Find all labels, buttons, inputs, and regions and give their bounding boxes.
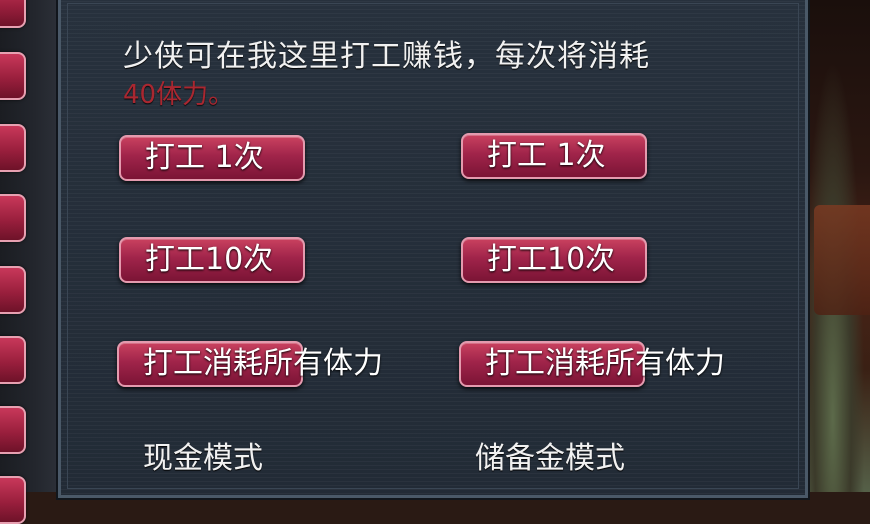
side-tab-3[interactable] [0, 124, 26, 172]
reserve-fund-mode-option[interactable]: 储备金模式 [475, 433, 625, 477]
background-furniture [814, 205, 870, 315]
side-tab-2[interactable] [0, 52, 26, 100]
work-info-message: 少侠可在我这里打工赚钱，每次将消耗 [123, 39, 650, 74]
work-all-stamina-label-right: 打工消耗所有体力 [485, 346, 725, 381]
stamina-cost-text: 40体力。 [123, 80, 235, 110]
cash-mode-option[interactable]: 现金模式 [143, 433, 263, 477]
side-tab-1[interactable] [0, 0, 26, 28]
work-dialog-panel: 少侠可在我这里打工赚钱，每次将消耗 40体力。 打工 1次 打工 1次 打工10… [56, 0, 810, 500]
work-all-stamina-label-left: 打工消耗所有体力 [143, 346, 383, 381]
work-once-button-right[interactable]: 打工 1次 [461, 133, 647, 179]
work-once-button-left[interactable]: 打工 1次 [119, 135, 305, 181]
work-all-stamina-button-left[interactable]: 打工消耗所有体力 [117, 341, 383, 387]
side-tab-4[interactable] [0, 194, 26, 242]
work-ten-button-right[interactable]: 打工10次 [461, 237, 647, 283]
side-tab-7[interactable] [0, 406, 26, 454]
side-tab-8[interactable] [0, 476, 26, 524]
work-all-stamina-button-right[interactable]: 打工消耗所有体力 [459, 341, 725, 387]
background-scene [808, 0, 870, 492]
work-ten-button-left[interactable]: 打工10次 [119, 237, 305, 283]
side-tab-5[interactable] [0, 266, 26, 314]
side-tab-strip [0, 0, 58, 524]
side-tab-6[interactable] [0, 336, 26, 384]
